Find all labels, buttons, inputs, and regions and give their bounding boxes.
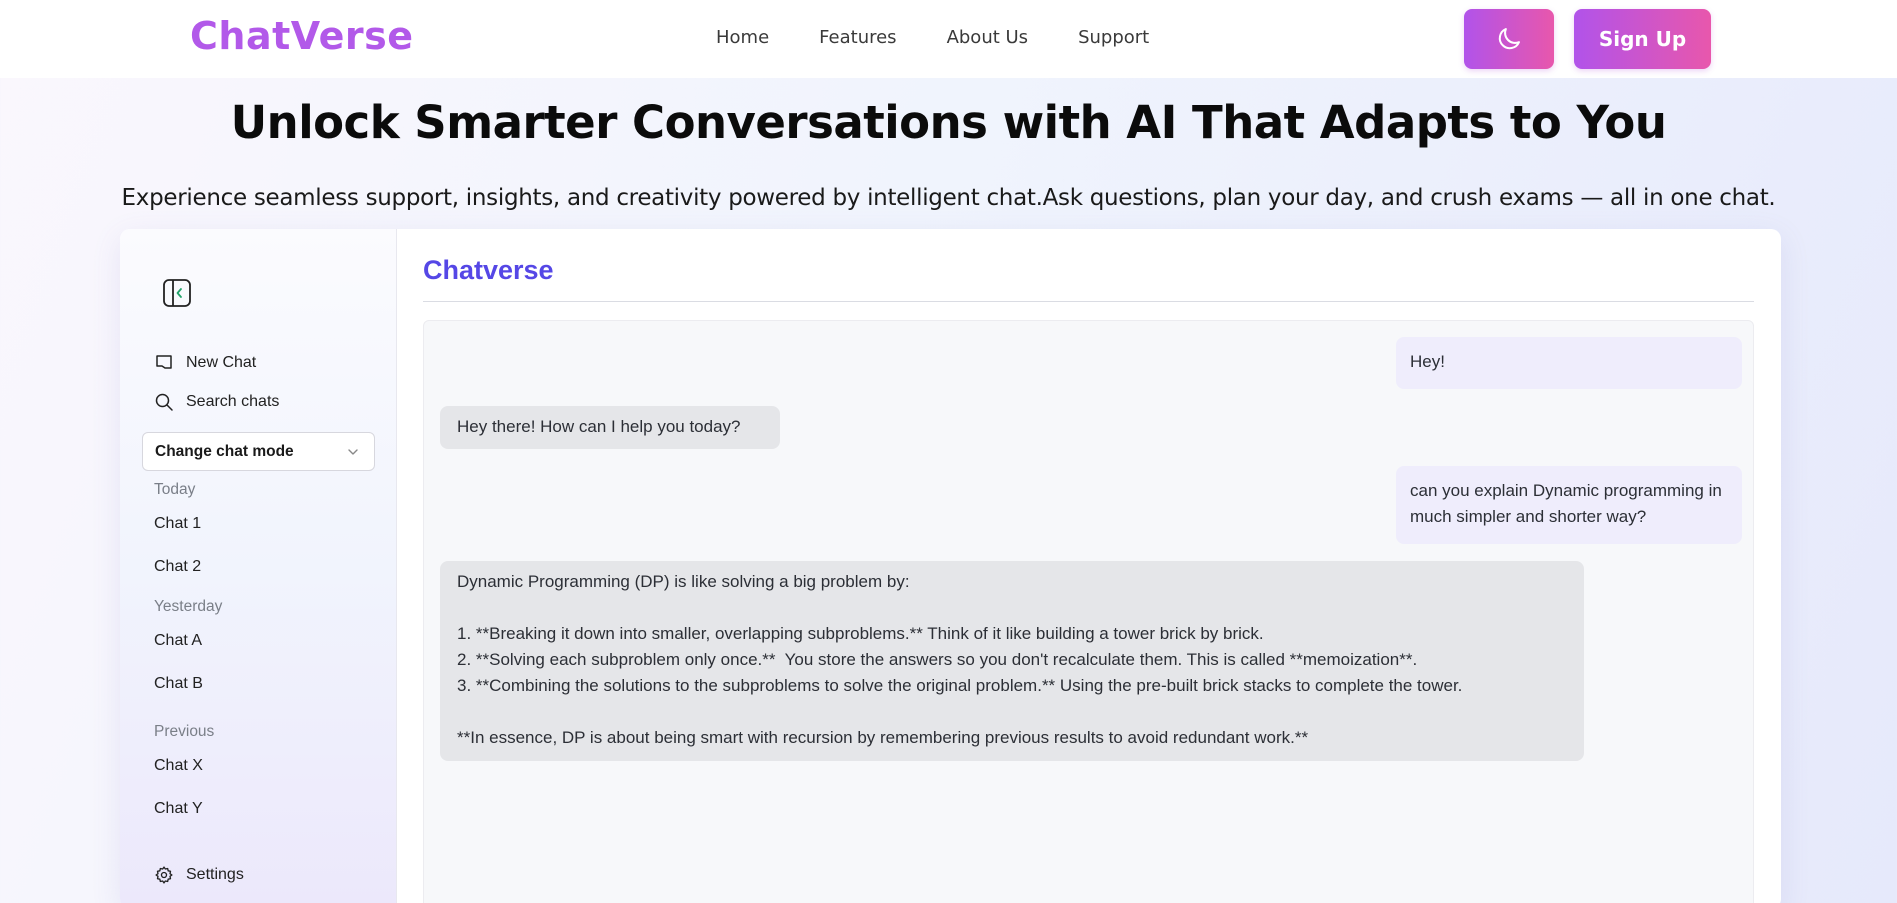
- theme-toggle-button[interactable]: [1464, 9, 1554, 69]
- group-label-today: Today: [154, 481, 196, 498]
- title-divider: [423, 301, 1754, 302]
- search-chats-label: Search chats: [186, 393, 280, 410]
- user-message: can you explain Dynamic programming in m…: [1396, 466, 1742, 544]
- new-chat-button[interactable]: New Chat: [154, 353, 256, 373]
- message-line: 3. **Combining the solutions to the subp…: [457, 676, 1463, 695]
- message-line: Dynamic Programming (DP) is like solving…: [457, 572, 910, 591]
- user-message: Hey!: [1396, 337, 1742, 389]
- chat-item-x[interactable]: Chat X: [154, 757, 203, 775]
- chat-item-a[interactable]: Chat A: [154, 632, 202, 650]
- chat-main-panel: Chatverse Hey! Hey there! How can I help…: [397, 229, 1781, 903]
- navbar: ChatVerse Home Features About Us Support…: [0, 0, 1897, 78]
- message-text: Hey there! How can I help you today?: [457, 417, 741, 436]
- group-label-previous: Previous: [154, 723, 215, 740]
- sidebar: New Chat Search chats Change chat mode T…: [120, 229, 397, 903]
- message-line: 2. **Solving each subproblem only once.*…: [457, 650, 1418, 669]
- nav-links: Home Features About Us Support: [716, 27, 1199, 48]
- chevron-down-icon: [348, 448, 358, 455]
- search-icon: [155, 393, 173, 411]
- group-label-yesterday: Yesterday: [154, 598, 223, 615]
- hero-title: Unlock Smarter Conversations with AI Tha…: [230, 96, 1667, 149]
- hero-subtitle: Experience seamless support, insights, a…: [121, 185, 1776, 211]
- moon-icon: [1498, 28, 1520, 50]
- new-chat-label: New Chat: [186, 354, 257, 371]
- sign-up-button[interactable]: Sign Up: [1574, 9, 1711, 69]
- brand-logo[interactable]: ChatVerse: [190, 14, 413, 58]
- sidebar-collapse-icon: [163, 279, 191, 307]
- settings-button[interactable]: Settings: [154, 865, 244, 885]
- message-text: Hey!: [1410, 352, 1445, 371]
- chat-mode-select[interactable]: Change chat mode: [142, 432, 375, 471]
- settings-label: Settings: [186, 866, 244, 883]
- bot-message: Dynamic Programming (DP) is like solving…: [440, 561, 1584, 761]
- message-line: 1. **Breaking it down into smaller, over…: [457, 624, 1264, 643]
- chat-item-y[interactable]: Chat Y: [154, 800, 203, 818]
- search-chats-button[interactable]: Search chats: [154, 392, 279, 412]
- chat-mode-label: Change chat mode: [155, 442, 294, 460]
- chat-app-window: New Chat Search chats Change chat mode T…: [120, 229, 1781, 903]
- nav-link-features[interactable]: Features: [819, 27, 896, 48]
- gear-icon: [155, 866, 173, 884]
- chat-item-2[interactable]: Chat 2: [154, 558, 201, 576]
- message-line: **In essence, DP is about being smart wi…: [457, 728, 1309, 747]
- message-text: can you explain Dynamic programming in m…: [1410, 481, 1722, 526]
- chat-messages-area[interactable]: Hey! Hey there! How can I help you today…: [423, 320, 1754, 903]
- message-line: [457, 699, 1567, 725]
- chat-item-b[interactable]: Chat B: [154, 675, 203, 693]
- nav-link-support[interactable]: Support: [1078, 27, 1149, 48]
- nav-link-home[interactable]: Home: [716, 27, 769, 48]
- chat-item-1[interactable]: Chat 1: [154, 515, 201, 533]
- bot-message: Hey there! How can I help you today?: [440, 406, 780, 449]
- sidebar-collapse-button[interactable]: [162, 278, 192, 308]
- chat-panel-title: Chatverse: [423, 255, 554, 285]
- message-line: [457, 595, 1567, 621]
- nav-link-about-us[interactable]: About Us: [947, 27, 1029, 48]
- new-chat-icon: [156, 355, 172, 369]
